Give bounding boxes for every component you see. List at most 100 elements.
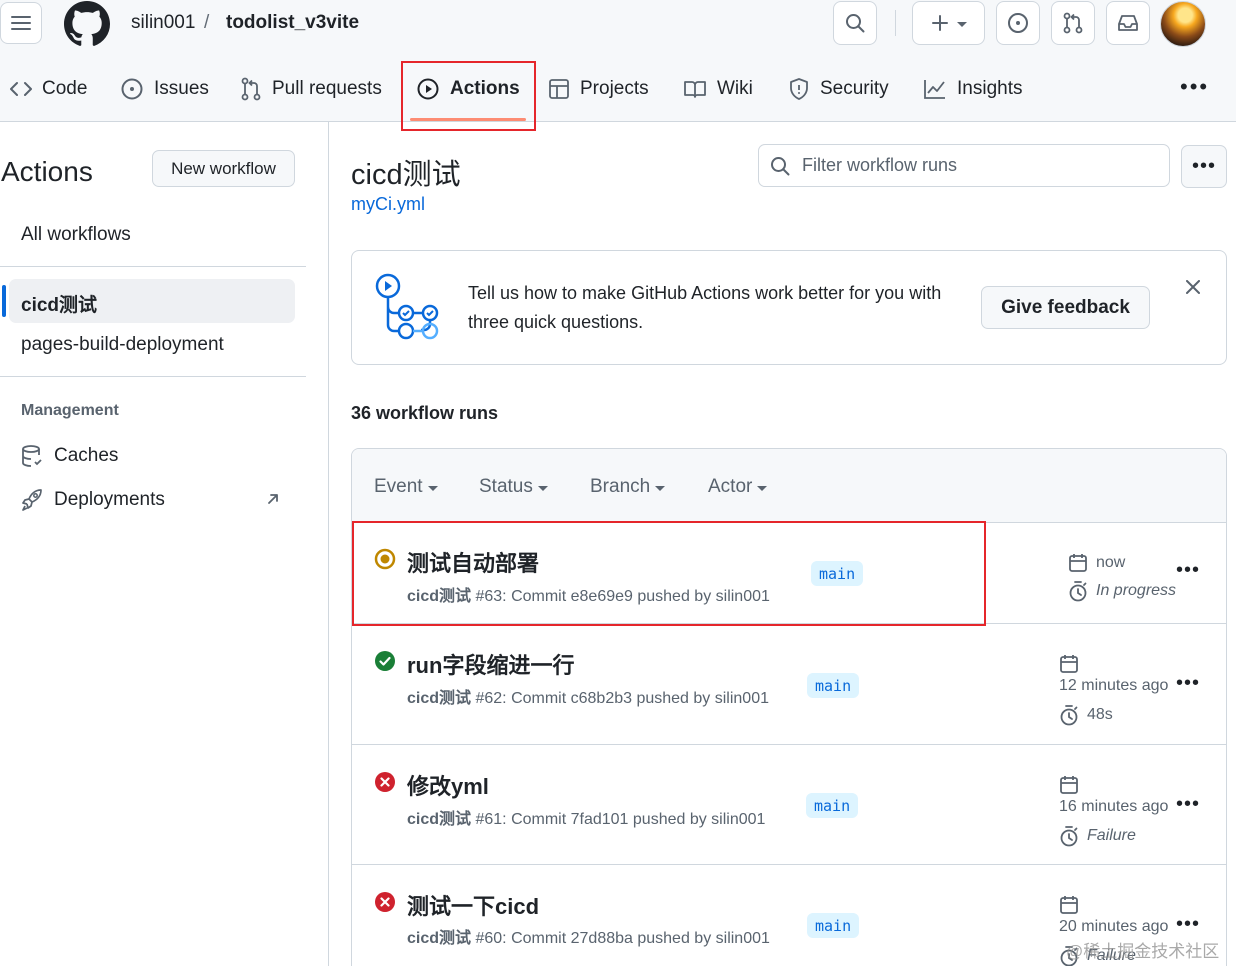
tab-insights[interactable]: Insights <box>923 66 1022 112</box>
filter-actor-label: Actor <box>708 476 753 497</box>
caret-down-icon <box>757 486 768 491</box>
branch-label[interactable]: main <box>806 793 859 818</box>
run-workflow-name: cicd测试 <box>407 811 472 828</box>
calendar-icon <box>1060 896 1078 914</box>
pull-request-icon <box>241 77 261 101</box>
stopwatch-icon <box>1069 581 1087 602</box>
calendar-icon <box>1060 776 1078 794</box>
tab-code[interactable]: Code <box>10 66 87 112</box>
run-kebab-icon[interactable]: ••• <box>1176 913 1200 936</box>
workflow-options-button[interactable]: ••• <box>1181 145 1227 188</box>
tab-projects[interactable]: Projects <box>548 66 649 112</box>
tab-security[interactable]: Security <box>788 66 889 112</box>
tab-wiki-label: Wiki <box>717 78 753 99</box>
run-description: cicd测试 #60: Commit 27d88ba pushed by sil… <box>407 924 770 948</box>
branch-label[interactable]: main <box>807 673 860 698</box>
feedback-message: Tell us how to make GitHub Actions work … <box>468 283 942 332</box>
sidebar-item-caches[interactable]: Caches <box>21 444 118 468</box>
run-description: cicd测试 #62: Commit c68b2b3 pushed by sil… <box>407 684 769 708</box>
sidebar-item-deployments[interactable]: Deployments <box>21 488 165 512</box>
dismiss-feedback-button[interactable] <box>1181 275 1205 299</box>
filter-workflow-runs-input[interactable] <box>802 155 1142 176</box>
caret-down-icon <box>537 486 548 491</box>
pull-requests-header-button[interactable] <box>1051 1 1095 45</box>
tab-wiki[interactable]: Wiki <box>683 66 753 112</box>
caret-down-icon <box>427 486 438 491</box>
filter-branch-dropdown[interactable]: Branch <box>590 476 666 498</box>
more-tabs-kebab-icon[interactable]: ••• <box>1180 74 1209 100</box>
rocket-icon <box>22 489 42 511</box>
run-description: cicd测试 #61: Commit 7fad101 pushed by sil… <box>407 805 765 829</box>
calendar-icon <box>1069 554 1087 572</box>
branch-label[interactable]: main <box>807 913 860 938</box>
workflow-file-link[interactable]: myCi.yml <box>351 194 425 215</box>
tab-code-label: Code <box>42 78 88 99</box>
workflow-run-row[interactable]: 修改yml cicd测试 #61: Commit 7fad101 pushed … <box>352 745 1226 865</box>
stopwatch-icon <box>1060 826 1078 847</box>
plus-icon <box>931 15 948 31</box>
search-button[interactable] <box>833 1 877 45</box>
run-time: 16 minutes ago <box>1059 798 1168 816</box>
new-workflow-button[interactable]: New workflow <box>152 150 295 187</box>
tab-issues[interactable]: Issues <box>120 66 209 112</box>
tab-pull-requests[interactable]: Pull requests <box>240 66 382 112</box>
create-new-button[interactable] <box>912 1 985 45</box>
run-kebab-icon[interactable]: ••• <box>1176 672 1200 695</box>
run-kebab-icon[interactable]: ••• <box>1176 559 1200 582</box>
run-workflow-name: cicd测试 <box>407 930 472 947</box>
issue-icon <box>121 78 143 100</box>
run-status-text: 48s <box>1087 706 1113 723</box>
repo-owner-link[interactable]: silin001 <box>131 12 195 34</box>
filter-event-dropdown[interactable]: Event <box>374 476 438 498</box>
filter-status-dropdown[interactable]: Status <box>479 476 548 498</box>
sidebar-item-caches-label: Caches <box>54 445 119 466</box>
repo-name-link[interactable]: todolist_v3vite <box>226 12 359 34</box>
inbox-button[interactable] <box>1106 1 1150 45</box>
success-check-icon <box>375 651 395 671</box>
stopwatch-icon <box>1060 705 1078 726</box>
run-title-link[interactable]: 测试一下cicd <box>407 889 539 921</box>
tab-pull-requests-label: Pull requests <box>272 78 382 99</box>
workflow-run-row[interactable]: run字段缩进一行 cicd测试 #62: Commit c68b2b3 pus… <box>352 624 1226 745</box>
menu-button[interactable] <box>0 2 42 44</box>
workflow-title: cicd测试 <box>351 159 461 191</box>
give-feedback-button[interactable]: Give feedback <box>981 286 1150 329</box>
run-time: 12 minutes ago <box>1059 677 1168 695</box>
filter-event-label: Event <box>374 476 423 497</box>
path-separator: / <box>204 12 210 33</box>
run-title-link[interactable]: 修改yml <box>407 769 489 801</box>
annotation-highlight-current-run <box>352 521 986 626</box>
run-title-link[interactable]: run字段缩进一行 <box>407 648 574 680</box>
watermark-text: @稀土掘金技术社区 <box>1066 942 1220 961</box>
filter-actor-dropdown[interactable]: Actor <box>708 476 768 498</box>
repo-header: silin001 / todolist_v3vite Code Issues P… <box>0 0 1236 131</box>
run-time-text: 12 minutes ago <box>1059 677 1169 694</box>
filter-workflow-runs-field[interactable] <box>758 144 1170 187</box>
run-status: In progress <box>1068 580 1176 602</box>
github-logo-icon[interactable] <box>64 1 110 47</box>
feedback-banner: Tell us how to make GitHub Actions work … <box>351 250 1227 365</box>
run-status-text: In progress <box>1096 582 1177 599</box>
run-detail: #62: Commit c68b2b3 pushed by silin001 <box>471 690 769 707</box>
sidebar-item-cicd[interactable]: cicd测试 <box>21 290 97 317</box>
sidebar-item-pages-build-deployment[interactable]: pages-build-deployment <box>21 334 224 356</box>
tab-projects-label: Projects <box>580 78 649 99</box>
sidebar-item-all-workflows[interactable]: All workflows <box>21 224 131 246</box>
repo-nav-tabs: Code Issues Pull requests Actions Projec… <box>0 66 1236 114</box>
run-status: Failure <box>1059 825 1136 847</box>
pull-request-icon <box>1063 12 1083 34</box>
code-icon <box>10 82 32 96</box>
issues-header-button[interactable] <box>996 1 1040 45</box>
book-icon <box>684 81 706 98</box>
arrow-up-right-icon <box>268 494 278 504</box>
run-time: now <box>1068 553 1125 573</box>
run-kebab-icon[interactable]: ••• <box>1176 793 1200 816</box>
hamburger-icon <box>11 16 31 30</box>
database-icon <box>22 445 42 467</box>
run-status-text: Failure <box>1087 827 1136 844</box>
caret-down-icon <box>655 486 666 491</box>
user-avatar[interactable] <box>1160 1 1206 47</box>
run-time-text: 20 minutes ago <box>1059 918 1169 935</box>
inbox-icon <box>1118 15 1138 31</box>
sidebar-active-indicator <box>2 285 6 317</box>
